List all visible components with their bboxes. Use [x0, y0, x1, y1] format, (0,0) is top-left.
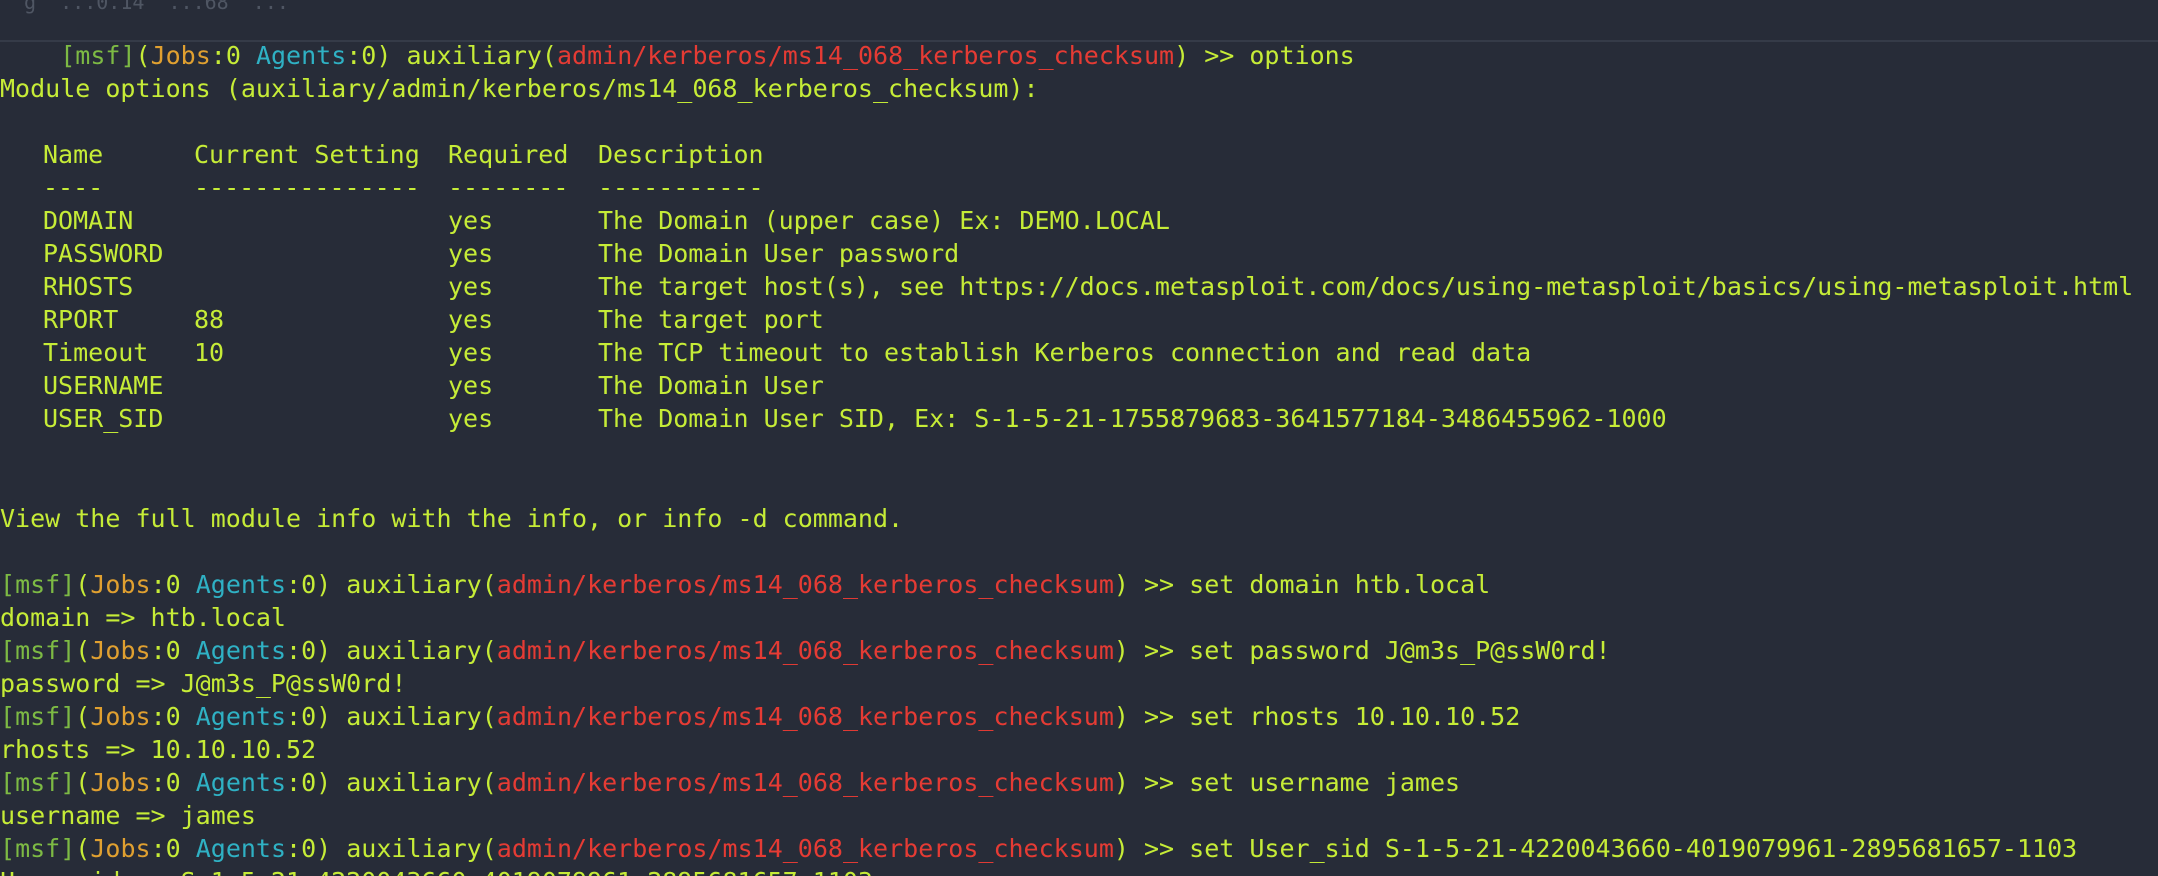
option-name: RHOSTS [43, 272, 134, 301]
option-setting: 88 [194, 305, 225, 334]
table-header-setting: Current Setting [194, 140, 420, 169]
jobs-label: Jobs [90, 636, 151, 665]
option-name: PASSWORD [43, 239, 164, 268]
agents-label: Agents [195, 768, 287, 797]
command-text: set domain htb.local [1189, 570, 1491, 599]
msf-label: msf [15, 570, 61, 599]
command-output: username => james [0, 801, 256, 830]
table-header-description: Description [598, 140, 764, 169]
option-name: Timeout [43, 338, 149, 367]
option-setting: 10 [194, 338, 225, 367]
command-text: set password J@m3s_P@ssW0rd! [1189, 636, 1611, 665]
command-output: domain => htb.local [0, 603, 286, 632]
option-required: yes [448, 338, 494, 367]
msf-label: msf [15, 768, 61, 797]
option-required: yes [448, 305, 494, 334]
prompt-line: [msf](Jobs:0 Agents:0) auxiliary(admin/k… [0, 636, 1611, 665]
jobs-label: Jobs [90, 834, 151, 863]
command-output: User_sid => S-1-5-21-4220043660-40190799… [0, 865, 873, 876]
jobs-label: Jobs [150, 41, 211, 70]
module-path: admin/kerberos/ms14_068_kerberos_checksu… [496, 702, 1114, 731]
option-name: USERNAME [43, 371, 164, 400]
option-description: The target port [598, 305, 824, 334]
module-options-header: Module options (auxiliary/admin/kerberos… [0, 74, 1039, 103]
module-path: admin/kerberos/ms14_068_kerberos_checksu… [556, 41, 1175, 70]
command-text: set username james [1189, 768, 1461, 797]
option-description: The Domain User password [598, 239, 960, 268]
agents-label: Agents [195, 570, 287, 599]
msf-label: msf [75, 41, 121, 70]
agents-label: Agents [195, 834, 287, 863]
terminal-window[interactable]: g ...0.14 ...68 ... [msf](Jobs:0 Agents:… [0, 0, 2158, 876]
option-description: The target host(s), see https://docs.met… [598, 272, 2134, 301]
option-name: DOMAIN [43, 206, 134, 235]
info-hint: View the full module info with the info,… [0, 504, 904, 533]
option-description: The Domain User [598, 371, 824, 400]
option-required: yes [448, 206, 494, 235]
option-required: yes [448, 404, 494, 433]
table-underline: -------- [448, 173, 569, 202]
option-description: The TCP timeout to establish Kerberos co… [598, 338, 1532, 367]
command-text: set rhosts 10.10.10.52 [1189, 702, 1521, 731]
option-required: yes [448, 371, 494, 400]
table-header-required: Required [448, 140, 569, 169]
command-output: rhosts => 10.10.10.52 [0, 735, 317, 764]
msf-label: msf [15, 702, 61, 731]
prompt-line: [msf](Jobs:0 Agents:0) auxiliary(admin/k… [0, 702, 1521, 731]
option-description: The Domain (upper case) Ex: DEMO.LOCAL [598, 206, 1170, 235]
table-underline: --------------- [194, 173, 420, 202]
option-required: yes [448, 239, 494, 268]
command-text: set User_sid S-1-5-21-4220043660-4019079… [1189, 834, 2078, 863]
module-path: admin/kerberos/ms14_068_kerberos_checksu… [496, 834, 1114, 863]
module-path: admin/kerberos/ms14_068_kerberos_checksu… [496, 570, 1114, 599]
option-name: USER_SID [43, 404, 164, 433]
command-output: password => J@m3s_P@ssW0rd! [0, 669, 407, 698]
jobs-label: Jobs [90, 768, 151, 797]
jobs-label: Jobs [90, 702, 151, 731]
table-underline: ---- [43, 173, 104, 202]
msf-label: msf [15, 636, 61, 665]
table-header-name: Name [43, 140, 104, 169]
option-description: The Domain User SID, Ex: S-1-5-21-175587… [598, 404, 1667, 433]
agents-label: Agents [255, 41, 347, 70]
module-path: admin/kerberos/ms14_068_kerberos_checksu… [496, 636, 1114, 665]
option-required: yes [448, 272, 494, 301]
separator [0, 40, 2158, 42]
agents-label: Agents [195, 702, 287, 731]
prompt-line: [msf](Jobs:0 Agents:0) auxiliary(admin/k… [0, 570, 1491, 599]
jobs-label: Jobs [90, 570, 151, 599]
msf-label: msf [15, 834, 61, 863]
prompt-line: [msf](Jobs:0 Agents:0) auxiliary(admin/k… [0, 768, 1461, 797]
option-name: RPORT [43, 305, 119, 334]
table-underline: ----------- [598, 173, 764, 202]
prompt-line: [msf](Jobs:0 Agents:0) auxiliary(admin/k… [60, 41, 1355, 70]
module-path: admin/kerberos/ms14_068_kerberos_checksu… [496, 768, 1114, 797]
command-text: options [1249, 41, 1355, 70]
agents-label: Agents [195, 636, 287, 665]
prompt-line: [msf](Jobs:0 Agents:0) auxiliary(admin/k… [0, 834, 2078, 863]
